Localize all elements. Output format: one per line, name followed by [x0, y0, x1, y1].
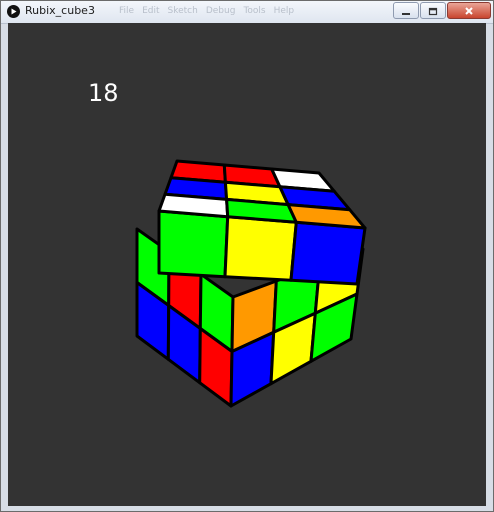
menu-item-tools[interactable]: Tools: [243, 6, 265, 16]
sketch-canvas[interactable]: 18: [8, 23, 486, 506]
window-title: Rubix_cube3: [25, 4, 95, 17]
menu-item-edit[interactable]: Edit: [142, 6, 159, 16]
restore-icon: [428, 7, 438, 15]
window-bottom-border: [1, 506, 493, 511]
menu-item-help[interactable]: Help: [274, 6, 295, 16]
processing-app-icon: [7, 5, 20, 18]
top-layer-front-face-sticker: [223, 215, 298, 282]
top-layer-front-face-sticker: [157, 209, 230, 279]
menu-item-debug[interactable]: Debug: [206, 6, 236, 16]
close-icon: [465, 6, 473, 15]
minimize-button[interactable]: [393, 2, 419, 19]
top-face-sticker: [157, 192, 230, 219]
menu-item-file[interactable]: File: [119, 6, 134, 16]
close-button[interactable]: [447, 2, 491, 19]
title-bar[interactable]: Rubix_cube3 File Edit Sketch Debug Tools…: [1, 1, 493, 24]
rubiks-cube[interactable]: [8, 23, 486, 506]
maximize-button[interactable]: [420, 2, 446, 19]
top-layer-front-face-sticker: [289, 220, 367, 286]
application-window: Rubix_cube3 File Edit Sketch Debug Tools…: [0, 0, 494, 512]
menu-item-sketch[interactable]: Sketch: [168, 6, 198, 16]
menu-bar: File Edit Sketch Debug Tools Help: [119, 6, 294, 16]
minimize-icon: [402, 12, 410, 15]
window-controls: [393, 2, 491, 19]
